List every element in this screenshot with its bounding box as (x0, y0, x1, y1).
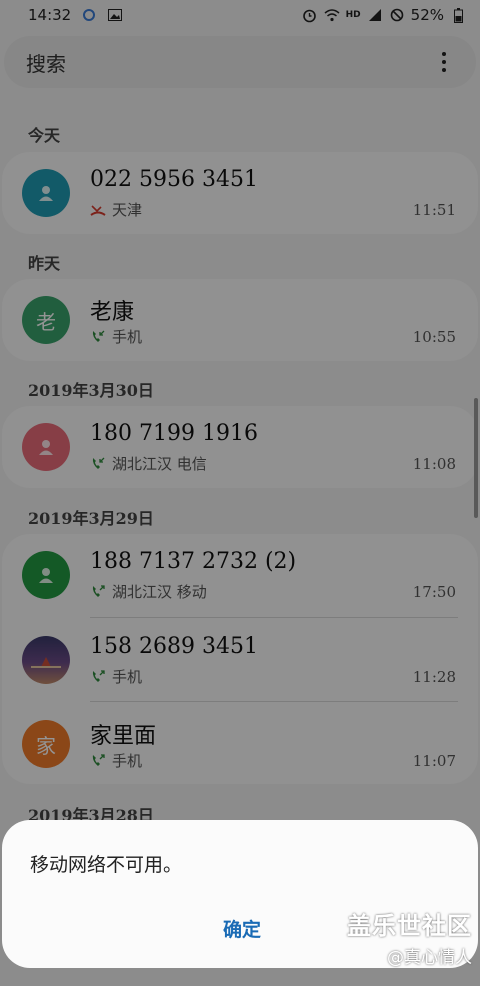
watermark-brand: 盖乐世社区 (347, 912, 472, 940)
ok-button[interactable]: 确定 (200, 908, 284, 948)
dialog-message: 移动网络不可用。 (30, 854, 183, 876)
watermark-user: @真心情人 (387, 948, 472, 968)
watermark: 盖乐世社区 @真心情人 (347, 906, 472, 968)
